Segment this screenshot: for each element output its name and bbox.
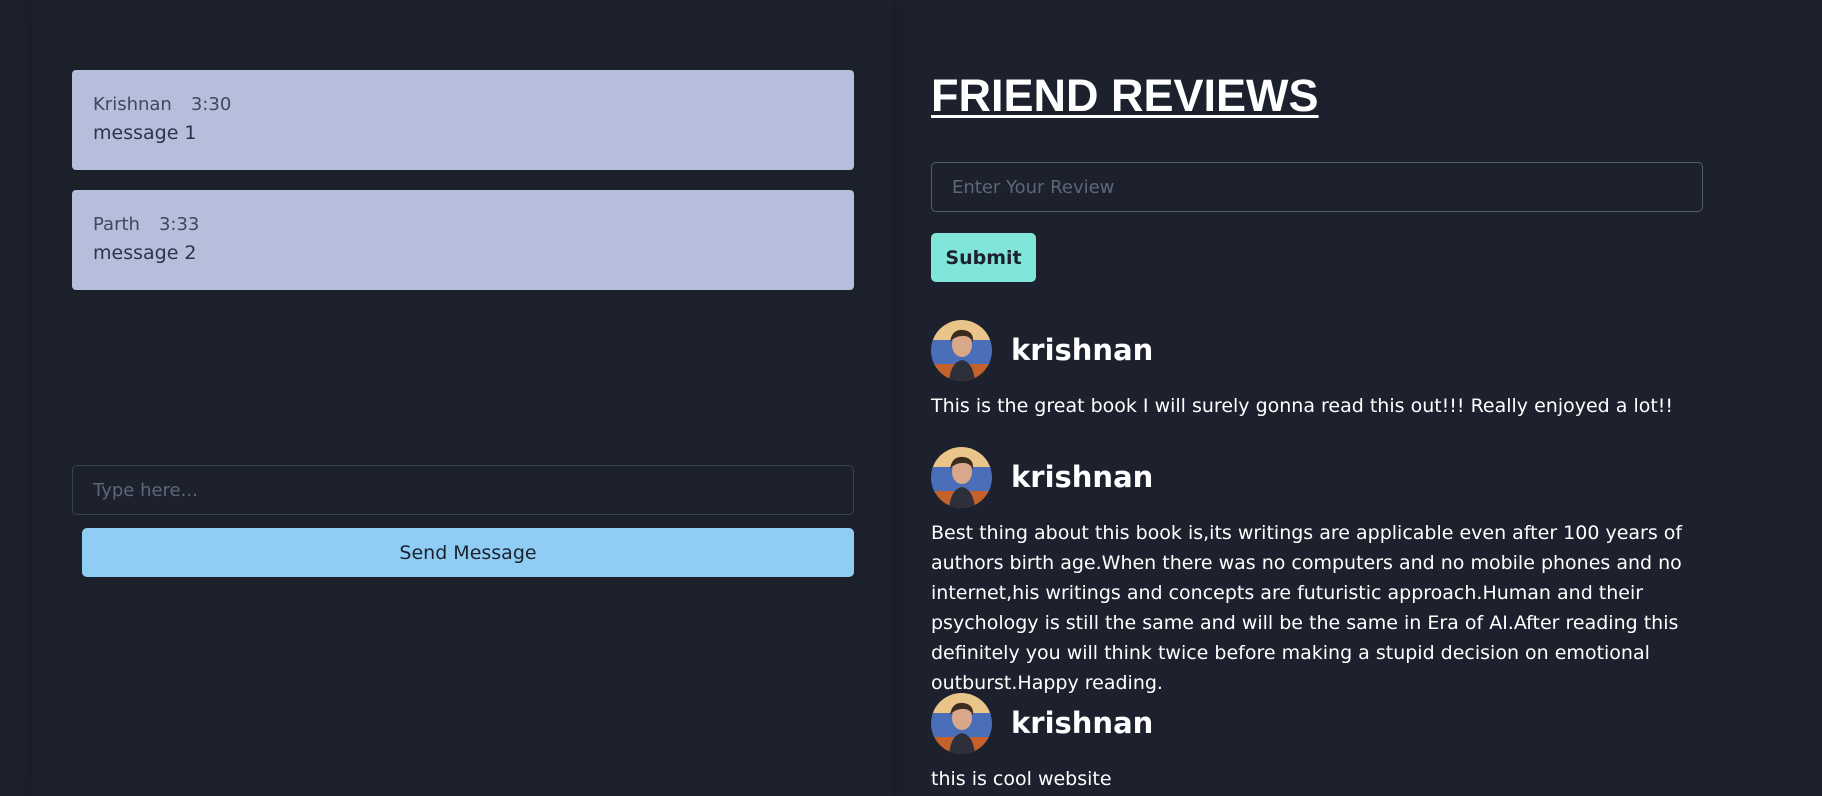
review-input[interactable] [931,162,1703,212]
review-item: krishnan This is the great book I will s… [931,320,1703,421]
chat-message-header: Krishnan 3:30 [93,92,854,118]
chat-message-header: Parth 3:33 [93,212,854,238]
review-header: krishnan [931,447,1703,508]
chat-message: Parth 3:33 message 2 [72,190,854,290]
chat-message-input[interactable] [72,465,854,515]
reviews-panel: FRIEND REVIEWS Submit krishnan This is [931,0,1791,796]
review-text: Best thing about this book is,its writin… [931,522,1683,694]
message-time: 3:33 [158,214,200,235]
reviewer-name: krishnan [1011,460,1154,494]
send-message-button[interactable]: Send Message [82,528,854,577]
message-sender: Parth [93,214,140,235]
user-avatar-icon[interactable] [931,447,992,508]
chat-message: Krishnan 3:30 message 1 [72,70,854,170]
user-avatar-icon[interactable] [931,320,992,381]
chat-panel: Krishnan 3:30 message 1 Parth 3:33 message… [32,0,892,796]
review-header: krishnan [931,320,1703,381]
message-text: message 1 [93,122,197,144]
user-avatar-icon[interactable] [931,693,992,754]
reviewer-name: krishnan [1011,333,1154,367]
review-text: This is the great book I will surely gon… [931,395,1674,417]
message-time: 3:30 [190,94,232,115]
review-text: this is cool website [931,768,1112,790]
message-sender: Krishnan [93,94,172,115]
review-item: krishnan this is cool website [931,693,1703,794]
page: Krishnan 3:30 message 1 Parth 3:33 message… [0,0,1822,796]
reviewer-name: krishnan [1011,706,1154,740]
review-header: krishnan [931,693,1703,754]
submit-review-button[interactable]: Submit [931,233,1036,282]
message-text: message 2 [93,242,197,264]
review-item: krishnan Best thing about this book is,i… [931,447,1703,698]
reviews-title: FRIEND REVIEWS [931,70,1319,121]
